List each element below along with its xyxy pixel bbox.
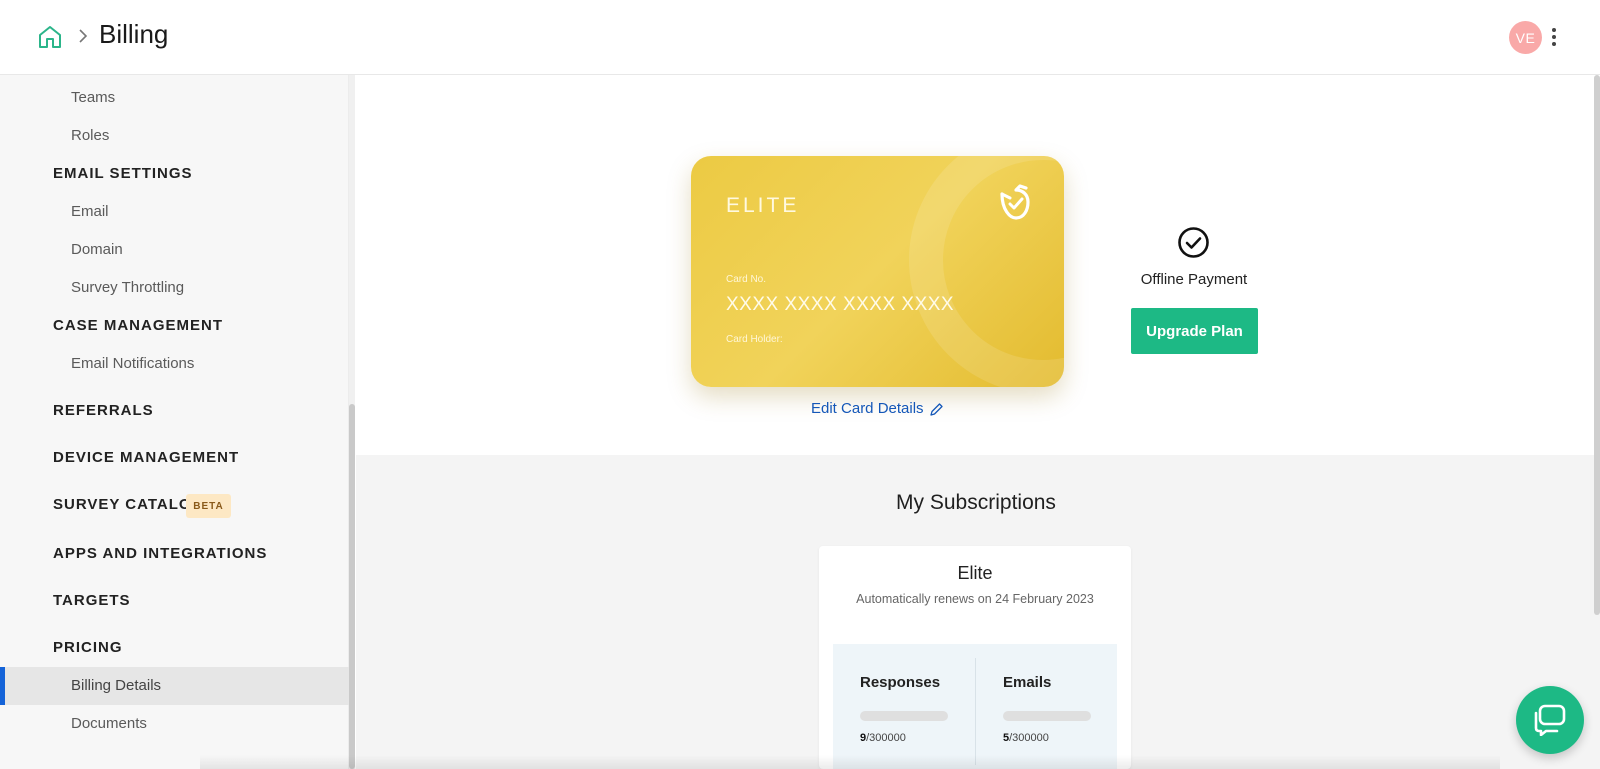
sidebar-section-case-management[interactable]: CASE MANAGEMENT <box>53 317 223 334</box>
subscriptions-title: My Subscriptions <box>896 491 1056 514</box>
subscription-card: Elite Automatically renews on 24 Februar… <box>819 546 1131 769</box>
sidebar-item-email[interactable]: Email <box>71 203 109 220</box>
sidebar-item-roles[interactable]: Roles <box>71 127 109 144</box>
usage-limit-responses: /300000 <box>866 732 906 744</box>
sidebar-section-targets[interactable]: TARGETS <box>53 592 131 609</box>
usage-divider <box>975 658 976 765</box>
sidebar-section-pricing[interactable]: PRICING <box>53 639 123 656</box>
sidebar-section-email-settings[interactable]: EMAIL SETTINGS <box>53 165 193 182</box>
usage-label-responses: Responses <box>860 674 941 691</box>
avatar[interactable]: VE <box>1509 21 1542 54</box>
payment-card: ELITE Card No. XXXX XXXX XXXX XXXX Card … <box>691 156 1064 387</box>
usage-count-emails: 5/300000 <box>1003 732 1049 744</box>
bottom-shadow <box>200 755 1500 769</box>
card-tier: ELITE <box>726 194 800 217</box>
card-number-label: Card No. <box>726 274 767 285</box>
sidebar-scrollbar-thumb[interactable] <box>349 404 355 769</box>
usage-panel: Responses 9/300000 Emails 5/300000 <box>833 644 1117 769</box>
bird-logo-icon <box>1000 184 1030 220</box>
sidebar-section-referrals[interactable]: REFERRALS <box>53 402 154 419</box>
sidebar-item-email-notifications[interactable]: Email Notifications <box>71 355 194 372</box>
usage-limit-emails: /300000 <box>1009 732 1049 744</box>
chat-button[interactable] <box>1516 686 1584 754</box>
pencil-icon[interactable] <box>928 402 944 418</box>
usage-bar-responses <box>860 711 948 721</box>
check-circle-icon <box>1178 227 1209 258</box>
sidebar-item-survey-throttling[interactable]: Survey Throttling <box>71 279 184 296</box>
beta-badge: BETA <box>186 494 231 518</box>
card-decoration <box>909 156 1064 387</box>
sidebar-active-indicator <box>0 667 5 705</box>
sidebar-item-documents[interactable]: Documents <box>71 715 147 732</box>
sidebar-section-apps-and-integrations[interactable]: APPS AND INTEGRATIONS <box>53 545 267 562</box>
sidebar-item-billing-details[interactable]: Billing Details <box>71 677 161 694</box>
top-bar: Billing VE <box>0 0 1600 75</box>
payment-method-label: Offline Payment <box>1140 271 1248 288</box>
kebab-menu-icon[interactable] <box>1550 26 1558 48</box>
chevron-right-icon <box>79 29 88 43</box>
sidebar-item-teams[interactable]: Teams <box>71 89 115 106</box>
renewal-text: Automatically renews on 24 February 2023 <box>856 592 1094 606</box>
usage-label-emails: Emails <box>1003 674 1052 691</box>
usage-bar-emails <box>1003 711 1091 721</box>
card-holder-label: Card Holder: <box>726 334 783 345</box>
upgrade-plan-button[interactable]: Upgrade Plan <box>1131 308 1258 354</box>
page-title: Billing <box>99 19 169 49</box>
sidebar-section-device-management[interactable]: DEVICE MANAGEMENT <box>53 449 239 466</box>
chat-bubble-icon <box>1534 704 1566 736</box>
plan-name: Elite <box>957 563 993 583</box>
card-number: XXXX XXXX XXXX XXXX <box>726 294 955 315</box>
home-icon[interactable] <box>37 24 63 50</box>
edit-card-details-link[interactable]: Edit Card Details <box>811 400 924 417</box>
sidebar-section-survey-catalog[interactable]: SURVEY CATALOG <box>53 496 204 513</box>
usage-count-responses: 9/300000 <box>860 732 906 744</box>
sidebar-active-highlight <box>0 667 349 705</box>
main-scrollbar[interactable] <box>1594 75 1600 615</box>
sidebar-item-domain[interactable]: Domain <box>71 241 123 258</box>
